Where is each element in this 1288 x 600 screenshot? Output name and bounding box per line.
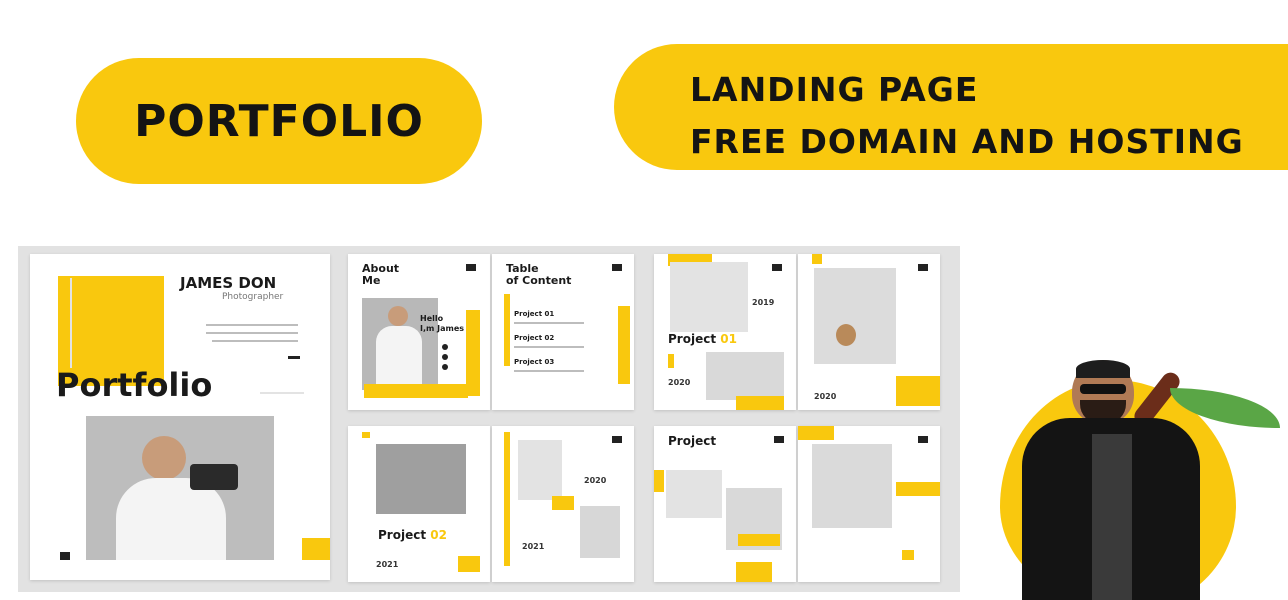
toc-item-2: Project 02 — [514, 334, 555, 342]
photographer-photo — [86, 416, 274, 560]
project3-title: Project — [668, 434, 717, 448]
project3-photo-c — [812, 444, 892, 528]
photographer-head — [142, 436, 186, 480]
about-greeting-line2: I,m James — [420, 324, 465, 333]
toc-page: Table of Content Project 01 Project 02 P… — [492, 254, 634, 410]
toc-item-3: Project 03 — [514, 358, 555, 366]
portfolio-badge-label: PORTFOLIO — [134, 95, 424, 147]
person-head — [1072, 360, 1134, 424]
camera-icon — [190, 464, 238, 490]
about-photo — [362, 298, 438, 390]
landing-page-banner: LANDING PAGE FREE DOMAIN AND HOSTING — [614, 44, 1288, 170]
person-tshirt — [1092, 434, 1132, 600]
sunglasses-icon — [1080, 384, 1126, 394]
portfolio-mockup-board: JAMES DON Photographer Portfolio About M… — [18, 246, 960, 592]
project1-right-page: 2020 — [798, 254, 940, 410]
person-jacket — [1022, 418, 1200, 600]
about-page: About Me Hello I,m James — [348, 254, 490, 410]
project2-left-page: Project 02 2021 — [348, 426, 490, 582]
year-2020-b: 2020 — [814, 392, 837, 401]
project1-still-life-photo — [814, 268, 896, 364]
project3-photo-a — [666, 470, 722, 518]
project2-plant-photo — [580, 506, 620, 558]
cover-page: JAMES DON Photographer Portfolio — [30, 254, 330, 580]
portfolio-badge: PORTFOLIO — [76, 58, 482, 184]
project1-cloth-photo — [706, 352, 784, 400]
year-2020-a: 2020 — [668, 378, 691, 387]
about-heading-line2: Me — [362, 274, 381, 287]
toc-item-1: Project 01 — [514, 310, 555, 318]
project2-title: Project 02 — [378, 528, 447, 542]
project1-vase-photo — [670, 262, 748, 332]
photographer-shirt — [116, 478, 226, 560]
year-2021-a: 2021 — [376, 560, 399, 569]
year-2019: 2019 — [752, 298, 775, 307]
project2-vase-photo — [518, 440, 562, 500]
cover-name: JAMES DON — [180, 274, 277, 292]
toc-heading-line2: of Content — [506, 274, 572, 287]
project3-left-page: Project — [654, 426, 796, 582]
project2-shadow-photo — [376, 444, 466, 514]
project2-right-page: 2020 2021 — [492, 426, 634, 582]
project1-title: Project 01 — [668, 332, 737, 346]
year-2021-b: 2021 — [522, 542, 545, 551]
project1-left-page: 2019 Project 01 2020 — [654, 254, 796, 410]
banner-line-landing: LANDING PAGE — [690, 70, 979, 109]
cover-title: Portfolio — [56, 366, 213, 404]
year-2020-c: 2020 — [584, 476, 607, 485]
about-greeting-line1: Hello — [420, 314, 444, 323]
banner-line-hosting: FREE DOMAIN AND HOSTING — [690, 122, 1244, 161]
cover-role: Photographer — [222, 292, 284, 302]
project3-right-page — [798, 426, 940, 582]
